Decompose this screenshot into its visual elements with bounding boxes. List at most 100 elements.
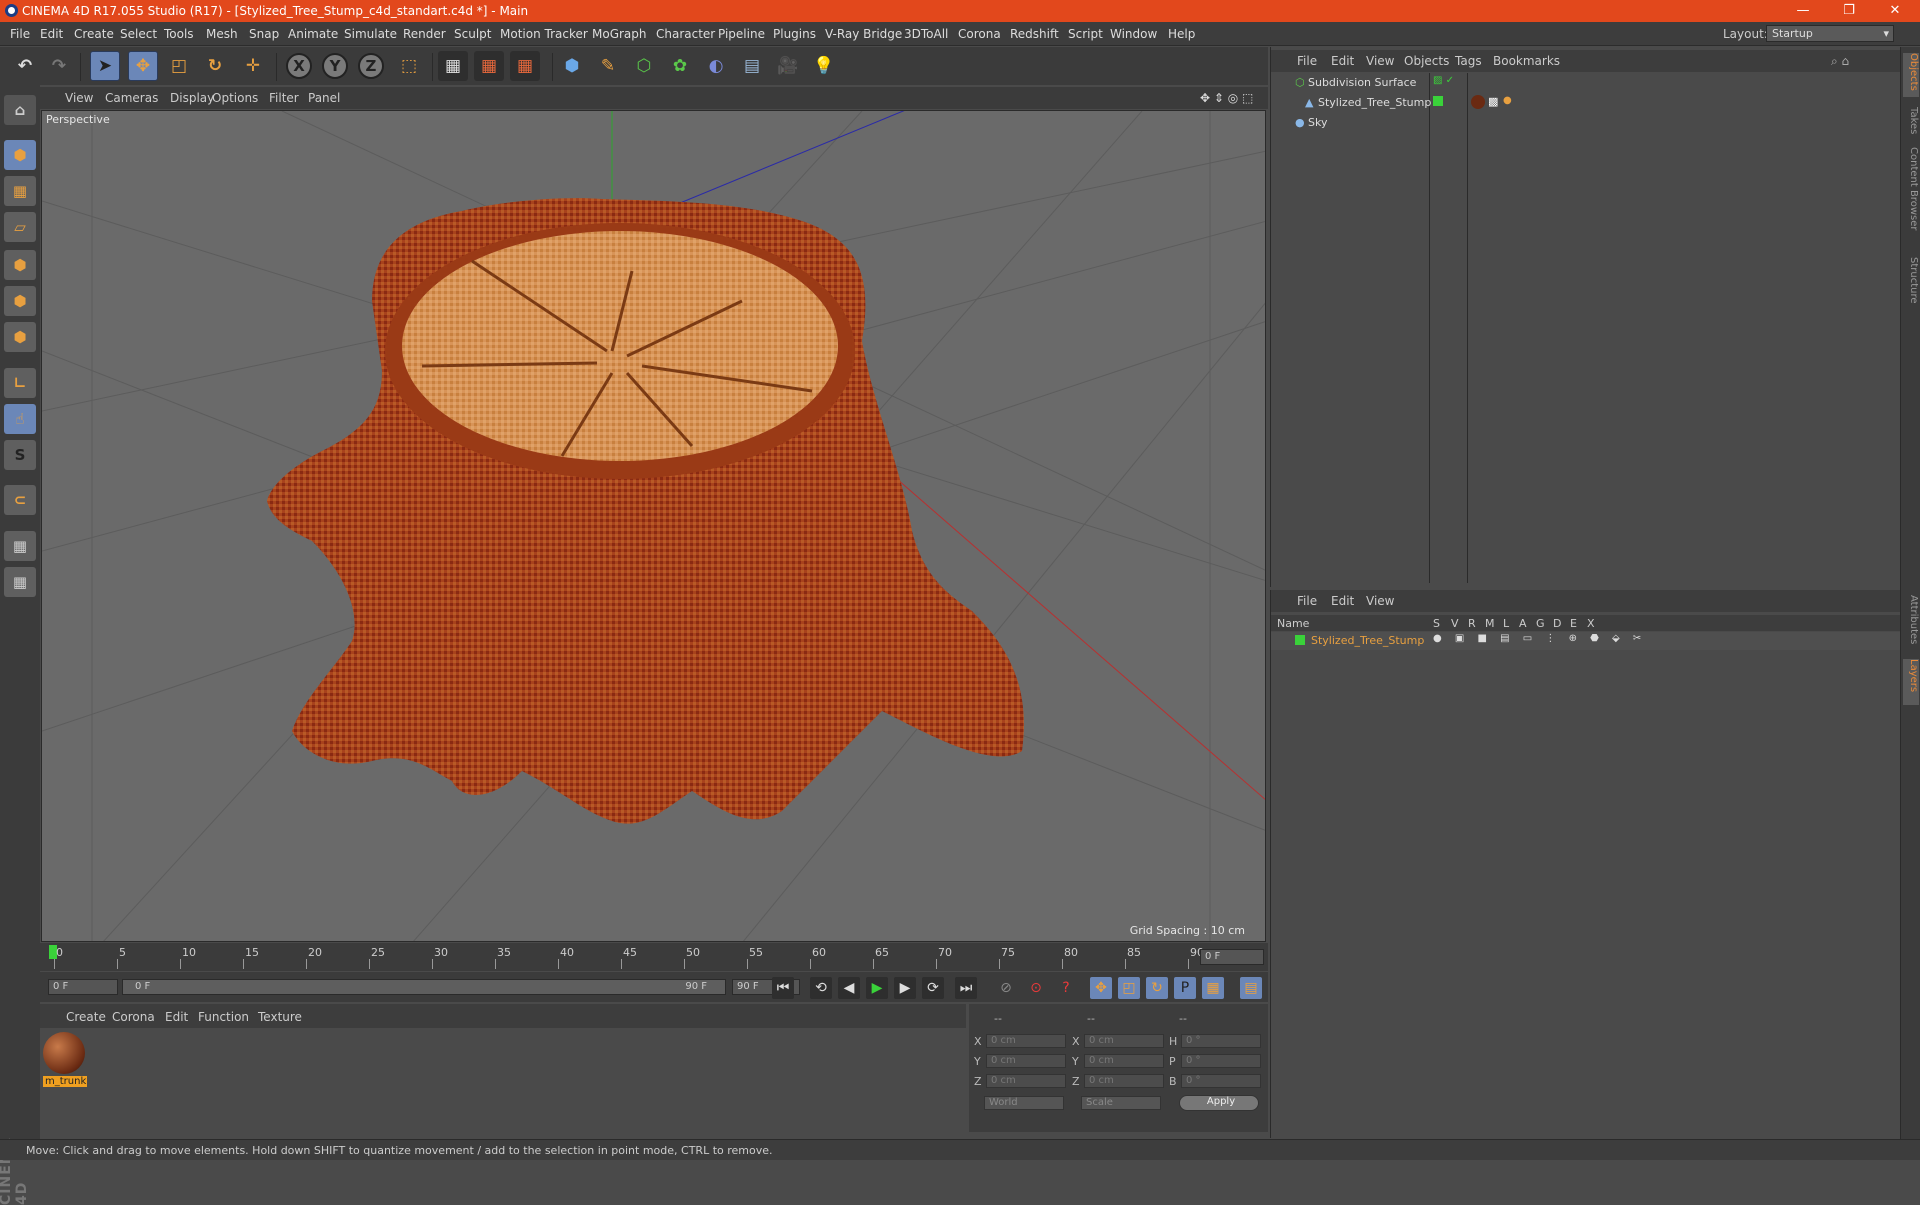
menu-snap[interactable]: Snap bbox=[249, 27, 279, 41]
position-x-field[interactable]: 0 cm bbox=[986, 1034, 1066, 1048]
layer-col-render[interactable]: R bbox=[1468, 617, 1476, 630]
om-menu-objects[interactable]: Objects bbox=[1404, 54, 1449, 68]
menu-plugins[interactable]: Plugins bbox=[773, 27, 816, 41]
deformer-icon[interactable]: ◐ bbox=[701, 51, 731, 81]
tab-takes[interactable]: Takes bbox=[1903, 107, 1919, 143]
menu-redshift[interactable]: Redshift bbox=[1010, 27, 1059, 41]
axis-mode-icon[interactable]: ∟ bbox=[4, 368, 36, 398]
size-x-field[interactable]: 0 cm bbox=[1084, 1034, 1164, 1048]
texture-tag-icon[interactable]: ● bbox=[1503, 95, 1512, 106]
workplane-mode-icon[interactable]: ▱ bbox=[4, 212, 36, 242]
floor-object-icon[interactable]: ▤ bbox=[737, 51, 767, 81]
cloner-icon[interactable]: ✿ bbox=[665, 51, 695, 81]
om-search-icon[interactable]: ⌕ ⌂ bbox=[1831, 54, 1849, 69]
make-editable-icon[interactable]: ⌂ bbox=[4, 95, 36, 125]
tab-structure[interactable]: Structure bbox=[1903, 257, 1919, 313]
frame-range-slider[interactable]: 0 F 90 F bbox=[122, 979, 726, 995]
menu-edit[interactable]: Edit bbox=[40, 27, 63, 41]
y-axis-lock-icon[interactable]: Y bbox=[322, 53, 348, 79]
position-y-field[interactable]: 0 cm bbox=[986, 1054, 1066, 1068]
menu-pipeline[interactable]: Pipeline bbox=[718, 27, 765, 41]
om-menu-edit[interactable]: Edit bbox=[1331, 54, 1354, 68]
tab-layers[interactable]: Layers bbox=[1903, 659, 1919, 705]
points-mode-icon[interactable]: ⬢ bbox=[4, 250, 36, 280]
material-tag-icon[interactable] bbox=[1471, 95, 1485, 109]
menu-file[interactable]: File bbox=[10, 27, 30, 41]
pen-spline-icon[interactable]: ✎ bbox=[593, 51, 623, 81]
edges-mode-icon[interactable]: ⬢ bbox=[4, 286, 36, 316]
menu-select[interactable]: Select bbox=[120, 27, 157, 41]
previous-frame-icon[interactable]: ◀ bbox=[838, 977, 860, 999]
play-icon[interactable]: ▶ bbox=[866, 977, 888, 999]
layer-col-solo[interactable]: S bbox=[1433, 617, 1440, 630]
coordinate-system-icon[interactable]: ⬚ bbox=[394, 51, 424, 81]
menu-render[interactable]: Render bbox=[403, 27, 446, 41]
tweak-mode-icon[interactable]: ☝ bbox=[4, 404, 36, 434]
next-frame-icon[interactable]: ▶ bbox=[894, 977, 916, 999]
scale-tool-icon[interactable]: ◰ bbox=[164, 51, 194, 81]
render-picture-viewer-icon[interactable]: ▦ bbox=[474, 51, 504, 81]
timeline-ruler[interactable]: 0 5 10 15 20 25 30 35 40 45 50 55 60 65 70 75 80 85 90 0 F bbox=[40, 943, 1268, 971]
viewport-nav-icons[interactable]: ✥ ⇕ ◎ ⬚ bbox=[1200, 91, 1253, 105]
layer-col-manager[interactable]: M bbox=[1485, 617, 1495, 630]
om-menu-bookmarks[interactable]: Bookmarks bbox=[1493, 54, 1560, 68]
layer-color-icon[interactable] bbox=[1295, 635, 1305, 645]
menu-mesh[interactable]: Mesh bbox=[206, 27, 238, 41]
cube-object-icon[interactable]: ⬢ bbox=[557, 51, 587, 81]
viewport-menu-cameras[interactable]: Cameras bbox=[105, 91, 158, 105]
menu-tools[interactable]: Tools bbox=[164, 27, 194, 41]
rotate-tool-icon[interactable]: ↻ bbox=[200, 51, 230, 81]
layer-row[interactable]: Stylized_Tree_Stump ● ▣ ■ ▤ ▭ ⋮ ⊕ ⬣ ⬙ ✂ bbox=[1271, 632, 1901, 650]
move-tool-icon[interactable]: ✥ bbox=[128, 51, 158, 81]
previous-key-icon[interactable]: ⟲ bbox=[810, 977, 832, 999]
layout-dropdown[interactable]: Startup ▾ bbox=[1766, 25, 1894, 42]
go-to-start-icon[interactable]: ⏮ bbox=[772, 977, 794, 999]
lm-menu-file[interactable]: File bbox=[1297, 594, 1317, 608]
scale-dropdown[interactable]: Scale bbox=[1081, 1096, 1161, 1110]
tree-stump-cut-face[interactable] bbox=[402, 231, 838, 461]
current-frame-field[interactable]: 0 F bbox=[1200, 949, 1264, 965]
restore-button[interactable]: ❐ bbox=[1829, 2, 1869, 20]
menu-sculpt[interactable]: Sculpt bbox=[454, 27, 491, 41]
minimize-button[interactable]: — bbox=[1783, 2, 1823, 20]
tab-attributes[interactable]: Attributes bbox=[1903, 595, 1919, 655]
object-row-stylized-tree-stump[interactable]: ▲ Stylized_Tree_Stump ▩ ● bbox=[1271, 94, 1901, 112]
material-menu-create[interactable]: Create bbox=[66, 1010, 106, 1024]
camera-icon[interactable]: 🎥 bbox=[773, 51, 803, 81]
menu-motion-tracker[interactable]: Motion Tracker bbox=[500, 27, 588, 41]
om-menu-view[interactable]: View bbox=[1366, 54, 1394, 68]
layer-col-xref[interactable]: X bbox=[1587, 617, 1595, 630]
key-position-icon[interactable]: ✥ bbox=[1090, 977, 1112, 999]
object-row-sky[interactable]: ● Sky bbox=[1271, 114, 1901, 132]
om-menu-tags[interactable]: Tags bbox=[1455, 54, 1482, 68]
tab-content-browser[interactable]: Content Browser bbox=[1903, 147, 1919, 247]
planar-workplane-icon[interactable]: ▦ bbox=[4, 567, 36, 597]
position-z-field[interactable]: 0 cm bbox=[986, 1074, 1066, 1088]
menu-help[interactable]: Help bbox=[1168, 27, 1195, 41]
render-view-icon[interactable]: ▦ bbox=[438, 51, 468, 81]
polygons-mode-icon[interactable]: ⬢ bbox=[4, 322, 36, 352]
menu-window[interactable]: Window bbox=[1110, 27, 1157, 41]
material-menu-corona[interactable]: Corona bbox=[112, 1010, 155, 1024]
layer-col-generators[interactable]: G bbox=[1536, 617, 1545, 630]
layer-col-view[interactable]: V bbox=[1451, 617, 1459, 630]
material-menu-function[interactable]: Function bbox=[198, 1010, 249, 1024]
lm-menu-view[interactable]: View bbox=[1366, 594, 1394, 608]
undo-icon[interactable]: ↶ bbox=[10, 51, 40, 81]
menu-create[interactable]: Create bbox=[74, 27, 114, 41]
texture-mode-icon[interactable]: ▦ bbox=[4, 176, 36, 206]
uvw-tag-icon[interactable]: ▩ bbox=[1488, 95, 1498, 108]
layer-col-animation[interactable]: A bbox=[1519, 617, 1527, 630]
perspective-viewport[interactable]: Perspective Grid Spacing : 10 cm bbox=[41, 110, 1266, 942]
material-menu-edit[interactable]: Edit bbox=[165, 1010, 188, 1024]
key-parameter-icon[interactable]: P bbox=[1174, 977, 1196, 999]
object-row-subdivision-surface[interactable]: ⬡ Subdivision Surface ▨ ✓ bbox=[1271, 74, 1901, 92]
snapping-icon[interactable]: S bbox=[4, 440, 36, 470]
transform-tool-icon[interactable]: ✛ bbox=[238, 51, 268, 81]
menu-script[interactable]: Script bbox=[1068, 27, 1103, 41]
visibility-check-icon[interactable]: ▨ ✓ bbox=[1433, 75, 1454, 86]
live-selection-icon[interactable]: ➤ bbox=[90, 51, 120, 81]
viewport-menu-filter[interactable]: Filter bbox=[269, 91, 299, 105]
menu-corona[interactable]: Corona bbox=[958, 27, 1001, 41]
size-z-field[interactable]: 0 cm bbox=[1084, 1074, 1164, 1088]
